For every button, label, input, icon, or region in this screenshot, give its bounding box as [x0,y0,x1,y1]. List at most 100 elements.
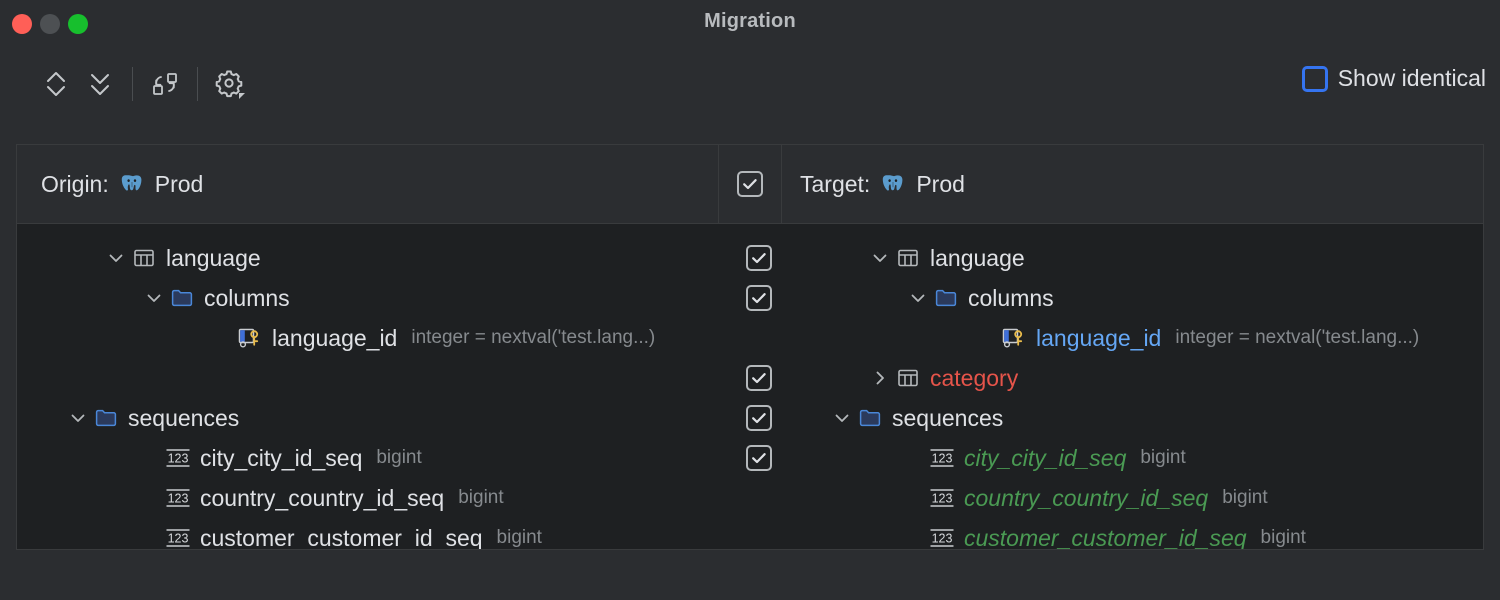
tree-row[interactable]: 123country_country_id_seqbigint [17,478,719,518]
row-select-cell[interactable] [719,278,799,318]
row-select-checkbox[interactable] [746,445,772,471]
target-header[interactable]: Target: Prod [782,145,1483,223]
tree-row[interactable]: sequences [799,398,1484,438]
svg-text:123: 123 [168,452,189,466]
toolbar-separator [197,67,198,101]
swap-sides-button[interactable] [143,62,187,106]
tree-row[interactable]: language [17,238,719,278]
tree-row[interactable]: sequences [17,398,719,438]
expand-collapse-all-button[interactable] [34,62,78,106]
folder-icon [931,286,961,310]
tree-row[interactable]: language [799,238,1484,278]
tree-row-label: language_id [272,325,397,352]
table-icon [893,366,923,390]
tree-row-label: city_city_id_seq [964,445,1126,472]
row-select-cell[interactable] [719,238,799,278]
sequence-icon: 123 [163,486,193,510]
sequence-icon: 123 [927,526,957,550]
title-bar: Migration [0,0,1500,48]
tree-row-label: country_country_id_seq [200,485,444,512]
postgresql-elephant-icon [119,171,145,197]
tree-row[interactable]: 123 customer_customer_id_seq bigint [799,518,1484,550]
tree-row[interactable]: category [799,358,1484,398]
tree-row-meta: integer = nextval('test.lang...) [1175,327,1419,349]
chevron-down-icon[interactable] [65,409,91,427]
svg-text:123: 123 [168,532,189,546]
tree-row-label: customer_customer_id_seq [964,525,1247,551]
chevron-down-icon[interactable] [829,409,855,427]
chevron-up-down-icon [43,69,69,99]
settings-button[interactable] [208,62,252,106]
chevron-down-icon[interactable] [905,289,931,307]
row-select-checkbox[interactable] [746,285,772,311]
tree-row-label: language [930,245,1025,272]
postgresql-elephant-icon [880,171,906,197]
middle-checkbox-column[interactable] [719,224,799,550]
origin-label: Origin: [41,171,109,198]
tree-row-meta: integer = nextval('test.lang...) [411,327,655,349]
tree-row-meta: bigint [1140,447,1185,469]
row-select-checkbox[interactable] [746,245,772,271]
target-db-name: Prod [916,171,965,198]
chevrons-collapse-icon [87,69,113,99]
tree-row-label: sequences [892,405,1003,432]
check-icon [750,409,768,427]
collapse-all-button[interactable] [78,62,122,106]
select-all-checkbox[interactable] [737,171,763,197]
check-icon [750,369,768,387]
tree-row-label: language [166,245,261,272]
chevron-down-icon[interactable] [141,289,167,307]
svg-text:123: 123 [932,532,953,546]
row-select-checkbox[interactable] [746,405,772,431]
tree-row[interactable]: language_id integer = nextval('test.lang.… [17,318,719,358]
tree-row-label: columns [968,285,1054,312]
row-select-cell[interactable] [719,358,799,398]
select-all-cell[interactable] [719,145,782,223]
show-identical-control[interactable]: Show identical [1302,65,1486,92]
tree-row[interactable]: columns [799,278,1484,318]
tree-row[interactable]: 123customer_customer_id_seqbigint [17,518,719,550]
swap-refresh-icon [150,69,180,99]
show-identical-checkbox[interactable] [1302,66,1328,92]
table-icon [129,246,159,270]
sequence-icon: 123 [163,526,193,550]
toolbar-separator [132,67,133,101]
row-select-cell[interactable] [719,398,799,438]
column-key-icon [999,326,1029,350]
tree-row-label: category [930,365,1018,392]
chevron-down-icon[interactable] [103,249,129,267]
tree-row[interactable]: language_idinteger = nextval('test.lang.… [799,318,1484,358]
tree-row[interactable]: 123city_city_id_seqbigint [17,438,719,478]
check-icon [750,249,768,267]
tree-row-meta: bigint [1222,487,1267,509]
show-identical-label: Show identical [1338,65,1486,92]
column-key-icon [235,326,265,350]
tree-row-label: city_city_id_seq [200,445,362,472]
tree-row-label: customer_customer_id_seq [200,525,483,551]
diff-panel-header: Origin: Prod Target: [17,145,1483,224]
row-select-checkbox[interactable] [746,365,772,391]
gear-icon [213,67,247,101]
check-icon [750,449,768,467]
table-icon [893,246,923,270]
tree-row-label: columns [204,285,290,312]
folder-icon [91,406,121,430]
tree-row[interactable]: 123 city_city_id_seq bigint [799,438,1484,478]
sequence-icon: 123 [927,446,957,470]
row-select-cell[interactable] [719,438,799,478]
diff-body: language columns language_id integer = next… [17,224,1483,550]
tree-row-label: sequences [128,405,239,432]
tree-row[interactable]: columns [17,278,719,318]
chevron-down-icon[interactable] [867,249,893,267]
target-tree[interactable]: language columns language_idinteger = next… [799,224,1484,550]
tree-row[interactable]: 123country_country_id_seqbigint [799,478,1484,518]
window-title: Migration [0,10,1500,33]
origin-header[interactable]: Origin: Prod [17,145,719,223]
sequence-icon: 123 [163,446,193,470]
tree-row-meta: bigint [1261,527,1306,549]
toolbar-left-group [34,62,252,106]
migration-diff-panel: Origin: Prod Target: [16,144,1484,550]
origin-tree[interactable]: language columns language_id integer = next… [17,224,719,550]
chevron-right-icon[interactable] [867,369,893,387]
svg-text:123: 123 [168,492,189,506]
